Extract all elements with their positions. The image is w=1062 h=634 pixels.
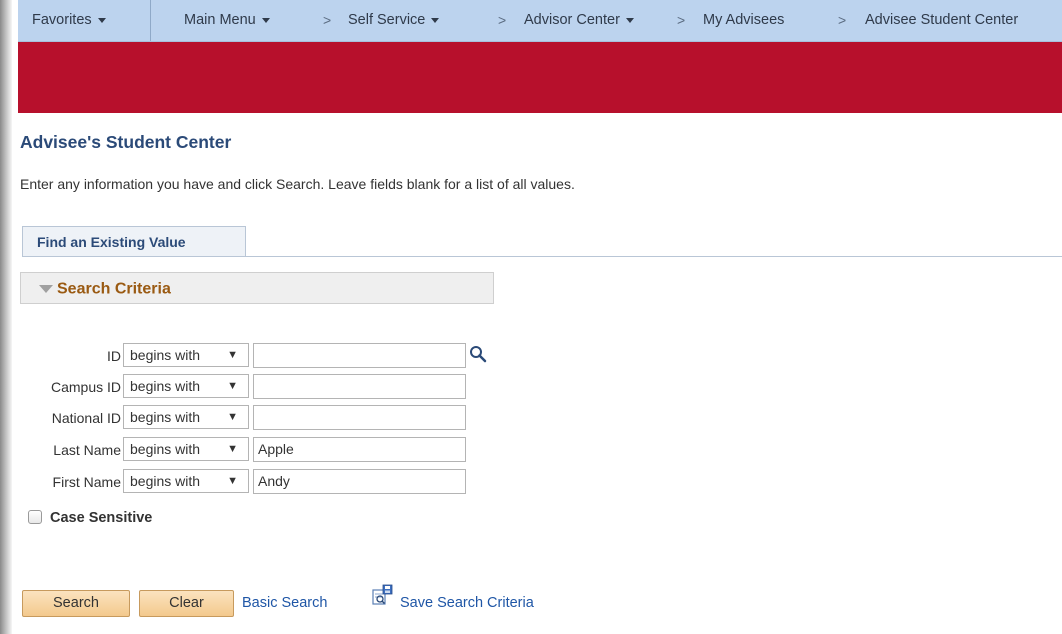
- case-sensitive-label: Case Sensitive: [50, 510, 153, 526]
- dropdown-arrow-icon: ▼: [227, 411, 238, 423]
- brand-banner: [18, 42, 1062, 113]
- main-menu-label: Main Menu: [184, 12, 256, 28]
- campus-id-input[interactable]: [253, 374, 466, 399]
- id-operator-select[interactable]: begins with ▼: [123, 343, 249, 367]
- breadcrumb-separator: >: [323, 12, 332, 28]
- page: Favorites Main Menu > Self Service > Adv…: [18, 0, 1062, 634]
- breadcrumb-advisor-center[interactable]: Advisor Center: [524, 0, 634, 41]
- breadcrumb-separator: >: [677, 12, 686, 28]
- field-label: First Name: [52, 474, 121, 490]
- caret-down-icon: [261, 17, 270, 23]
- triangle-down-icon: [39, 285, 53, 294]
- tab-find-existing-value[interactable]: Find an Existing Value: [22, 226, 246, 256]
- tab-divider: [22, 256, 1062, 257]
- breadcrumb-label: My Advisees: [703, 12, 785, 28]
- breadcrumb-separator: >: [498, 12, 507, 28]
- nav-divider: [150, 0, 151, 41]
- breadcrumb-self-service[interactable]: Self Service: [348, 0, 440, 41]
- campus-id-operator-select[interactable]: begins with ▼: [123, 374, 249, 398]
- breadcrumb-label: Self Service: [348, 12, 426, 28]
- field-label: ID: [107, 348, 121, 364]
- search-criteria-title: Search Criteria: [57, 280, 171, 298]
- operator-value: begins with: [130, 347, 201, 363]
- field-label: Campus ID: [50, 379, 121, 395]
- basic-search-link[interactable]: Basic Search: [242, 595, 327, 611]
- main-menu[interactable]: Main Menu: [184, 0, 270, 41]
- page-title: Advisee's Student Center: [20, 132, 232, 152]
- magnifier-icon[interactable]: [469, 345, 487, 363]
- breadcrumb-separator: >: [838, 12, 847, 28]
- save-search-icon[interactable]: [372, 584, 394, 606]
- breadcrumb-label: Advisee Student Center: [865, 12, 1019, 28]
- first-name-input[interactable]: Andy: [253, 469, 466, 494]
- clear-button[interactable]: Clear: [139, 590, 234, 617]
- national-id-operator-select[interactable]: begins with ▼: [123, 405, 249, 429]
- national-id-input[interactable]: [253, 405, 466, 430]
- operator-value: begins with: [130, 441, 201, 457]
- dropdown-arrow-icon: ▼: [227, 380, 238, 392]
- field-label: Last Name: [53, 442, 121, 458]
- favorites-menu[interactable]: Favorites: [32, 0, 106, 41]
- operator-value: begins with: [130, 473, 201, 489]
- breadcrumb-my-advisees[interactable]: My Advisees: [703, 0, 784, 41]
- case-sensitive-checkbox[interactable]: [28, 510, 42, 524]
- first-name-operator-select[interactable]: begins with ▼: [123, 469, 249, 493]
- caret-down-icon: [431, 17, 440, 23]
- search-button[interactable]: Search: [22, 590, 130, 617]
- field-label: National ID: [51, 410, 121, 426]
- breadcrumb-label: Advisor Center: [524, 12, 620, 28]
- dropdown-arrow-icon: ▼: [227, 475, 238, 487]
- breadcrumb-advisee-student-center[interactable]: Advisee Student Center: [865, 0, 1018, 41]
- operator-value: begins with: [130, 409, 201, 425]
- last-name-operator-select[interactable]: begins with ▼: [123, 437, 249, 461]
- window-left-shadow: [0, 0, 12, 634]
- nav-bar: Favorites Main Menu > Self Service > Adv…: [18, 0, 1062, 42]
- caret-down-icon: [625, 17, 634, 23]
- favorites-label: Favorites: [32, 12, 92, 28]
- operator-value: begins with: [130, 378, 201, 394]
- dropdown-arrow-icon: ▼: [227, 443, 238, 455]
- dropdown-arrow-icon: ▼: [227, 349, 238, 361]
- caret-down-icon: [97, 17, 106, 23]
- save-search-criteria-link[interactable]: Save Search Criteria: [400, 595, 534, 611]
- page-instructions: Enter any information you have and click…: [20, 176, 575, 192]
- last-name-input[interactable]: Apple: [253, 437, 466, 462]
- search-criteria-header[interactable]: Search Criteria: [20, 272, 494, 304]
- id-input[interactable]: [253, 343, 466, 368]
